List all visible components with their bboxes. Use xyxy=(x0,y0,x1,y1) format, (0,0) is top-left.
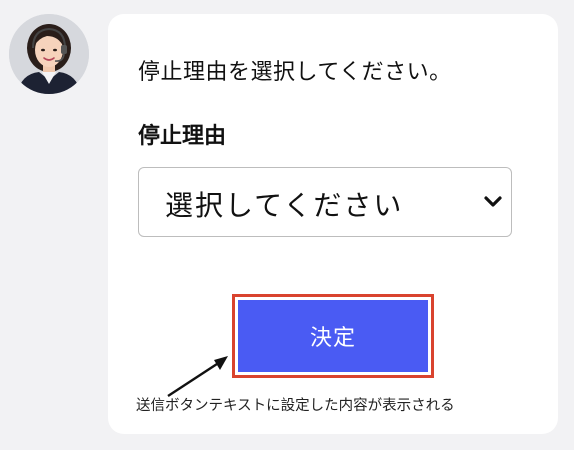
operator-avatar-icon xyxy=(9,14,89,94)
select-value: 選択してください xyxy=(165,189,404,222)
arrow-icon xyxy=(167,356,228,398)
submit-highlight-box: 決定 xyxy=(232,294,434,378)
message-card: 停止理由を選択してください。 停止理由 選択してください 決定 送信ボタンテキス… xyxy=(108,14,558,434)
submit-button[interactable]: 決定 xyxy=(238,300,428,372)
annotation-text: 送信ボタンテキストに設定した内容が表示される xyxy=(136,398,455,414)
stop-reason-select[interactable]: 選択してください xyxy=(138,167,512,237)
chevron-down-icon xyxy=(484,196,502,207)
prompt-text: 停止理由を選択してください。 xyxy=(138,60,452,85)
stop-reason-label: 停止理由 xyxy=(138,124,227,149)
